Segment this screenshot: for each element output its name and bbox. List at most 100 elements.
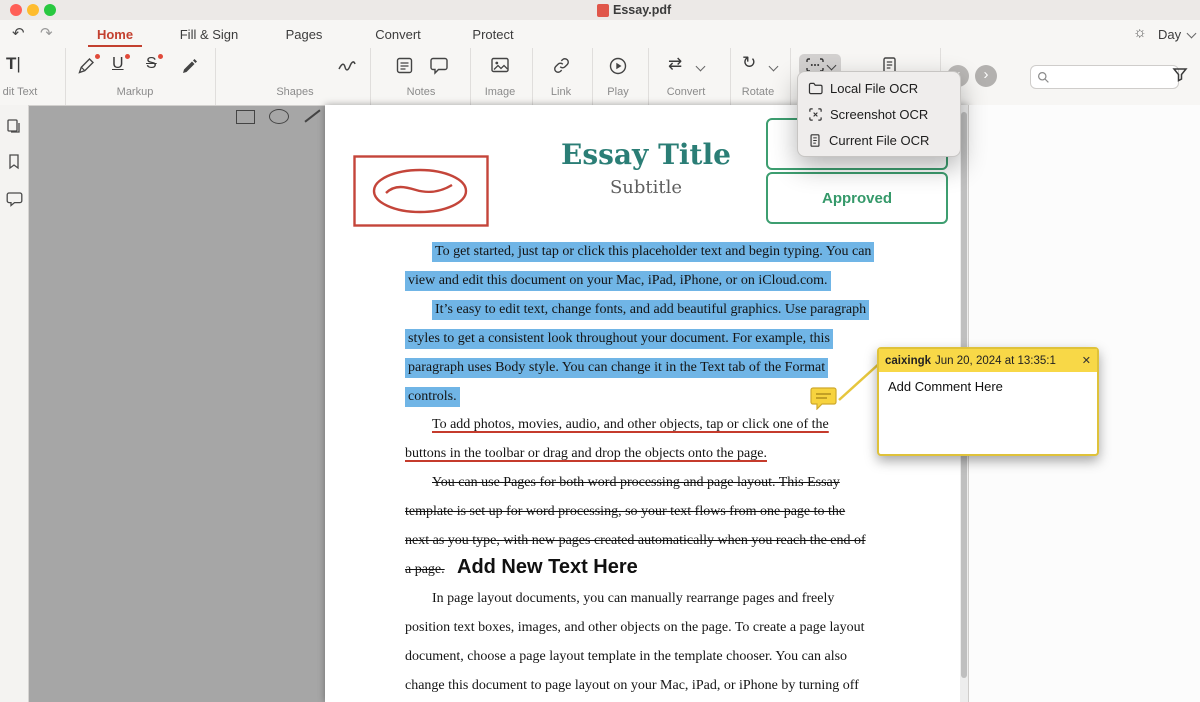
menu-item-label: Screenshot OCR	[830, 107, 928, 122]
comment-note-icon[interactable]	[429, 56, 449, 75]
group-label-shapes: Shapes	[255, 86, 335, 98]
convert-chevron-down-icon[interactable]	[696, 62, 706, 72]
comment-popup-header: caixingk Jun 20, 2024 at 13:35:1 ✕	[879, 349, 1097, 372]
approved-stamp-label: Approved	[822, 190, 892, 207]
titlebar: Essay.pdf	[0, 0, 1200, 21]
ribbon-tabbar: ↶ ↷ Home Fill & Sign Pages Convert Prote…	[0, 20, 1200, 49]
body-line: position text boxes, images, and other o…	[405, 613, 864, 642]
strikethrough-tool-icon[interactable]: S	[146, 55, 157, 73]
menu-item-current-file-ocr[interactable]: Current File OCR	[798, 127, 960, 153]
search-icon	[1037, 71, 1050, 84]
underlined-line: To add photos, movies, audio, and other …	[432, 410, 829, 439]
separator	[370, 48, 371, 105]
zoom-window-button[interactable]	[44, 4, 56, 16]
comment-popup[interactable]: caixingk Jun 20, 2024 at 13:35:1 ✕ Add C…	[877, 347, 1099, 456]
comment-author: caixingk	[885, 355, 931, 367]
page-forward-button[interactable]: ›	[975, 65, 997, 87]
play-icon[interactable]	[608, 56, 628, 76]
underline-color-dot	[125, 54, 130, 59]
rotate-chevron-down-icon[interactable]	[769, 62, 779, 72]
edit-text-icon[interactable]: T|	[6, 54, 21, 74]
day-mode-sun-icon[interactable]: ☼	[1133, 24, 1147, 41]
chevron-down-icon[interactable]	[1187, 29, 1197, 39]
note-icon[interactable]	[395, 56, 414, 75]
menu-item-screenshot-ocr[interactable]: Screenshot OCR	[798, 101, 960, 127]
group-label-edit-text: dit Text	[0, 86, 44, 98]
toolbar: T| dit Text U S Markup Shapes Notes	[0, 48, 1200, 106]
group-label-markup: Markup	[95, 86, 175, 98]
tab-convert[interactable]: Convert	[370, 27, 426, 42]
ocr-chevron-down-icon	[827, 60, 837, 70]
forward-glyph: ›	[984, 66, 989, 83]
inserted-text[interactable]: Add New Text Here	[457, 556, 638, 579]
filter-icon[interactable]	[1172, 67, 1188, 82]
undo-icon[interactable]: ↶	[12, 24, 25, 42]
folder-icon	[808, 82, 823, 95]
body-line: In page layout documents, you can manual…	[432, 584, 834, 613]
underline-glyph: U	[112, 55, 124, 72]
body-line: change this document to page layout on y…	[405, 671, 859, 700]
image-icon[interactable]	[490, 56, 510, 74]
menu-item-label: Local File OCR	[830, 81, 918, 96]
app-window: Essay.pdf ↶ ↷ Home Fill & Sign Pages Con…	[0, 0, 1200, 702]
group-label-convert: Convert	[646, 86, 726, 98]
strikethrough-line: template is set up for word processing, …	[405, 497, 845, 526]
freehand-shape-icon[interactable]	[337, 56, 357, 74]
underline-tool-icon[interactable]: U	[112, 55, 124, 73]
comments-panel-icon[interactable]	[6, 191, 23, 207]
body-line: document, choose a page layout template …	[405, 642, 847, 671]
highlighted-line: styles to get a consistent look througho…	[405, 329, 833, 349]
edit-text-glyph: T	[6, 54, 16, 73]
tab-fill-sign[interactable]: Fill & Sign	[173, 27, 245, 42]
group-label-notes: Notes	[381, 86, 461, 98]
screenshot-icon	[808, 107, 823, 122]
strikethrough-color-dot	[158, 54, 163, 59]
strikethrough-line: next as you type, with new pages created…	[405, 526, 866, 555]
theme-selector-label[interactable]: Day	[1158, 27, 1181, 42]
line-shape-icon[interactable]	[304, 109, 320, 122]
bookmarks-panel-icon[interactable]	[6, 153, 22, 170]
search-input[interactable]	[1030, 65, 1179, 89]
approved-stamp[interactable]: Approved	[766, 172, 948, 224]
redo-icon[interactable]: ↷	[40, 24, 53, 42]
thumbnails-panel-icon[interactable]	[6, 118, 22, 134]
rectangle-shape-icon[interactable]	[236, 110, 255, 124]
tab-pages[interactable]: Pages	[279, 27, 329, 42]
rotate-icon[interactable]: ↻	[742, 53, 756, 73]
minimize-window-button[interactable]	[27, 4, 39, 16]
convert-icon[interactable]: ⇄	[668, 54, 682, 74]
group-label-rotate: Rotate	[718, 86, 798, 98]
pen-markup-icon[interactable]	[76, 56, 96, 76]
highlighted-line: To get started, just tap or click this p…	[432, 242, 874, 262]
menu-item-local-file-ocr[interactable]: Local File OCR	[798, 75, 960, 101]
comment-connector-line	[835, 358, 883, 404]
left-sidebar	[0, 105, 29, 702]
highlighted-line: controls.	[405, 387, 460, 407]
comment-close-icon[interactable]: ✕	[1082, 354, 1091, 367]
pdf-file-icon	[597, 4, 609, 17]
tab-home-underline	[88, 45, 142, 47]
comment-marker-icon[interactable]	[810, 386, 837, 410]
separator	[65, 48, 66, 105]
comment-body-text[interactable]: Add Comment Here	[879, 372, 1097, 401]
highlighted-line: paragraph uses Body style. You can chang…	[405, 358, 828, 378]
current-file-icon	[808, 133, 822, 148]
separator	[215, 48, 216, 105]
close-window-button[interactable]	[10, 4, 22, 16]
strikethrough-line: a page.	[405, 555, 445, 584]
window-title: Essay.pdf	[613, 3, 671, 17]
ellipse-shape-icon[interactable]	[269, 109, 289, 124]
menu-item-label: Current File OCR	[829, 133, 929, 148]
pen-color-dot	[95, 54, 100, 59]
strikethrough-line: You can use Pages for both word processi…	[432, 468, 840, 497]
highlighted-line: view and edit this document on your Mac,…	[405, 271, 831, 291]
highlighter-marker-icon[interactable]	[180, 56, 200, 76]
ocr-dropdown-menu: Local File OCR Screenshot OCR Current Fi…	[797, 71, 961, 157]
underlined-line: buttons in the toolbar or drag and drop …	[405, 439, 767, 468]
link-icon[interactable]	[552, 56, 571, 75]
comment-timestamp: Jun 20, 2024 at 13:35:1	[935, 355, 1056, 367]
tab-home[interactable]: Home	[88, 27, 142, 42]
tab-protect[interactable]: Protect	[466, 27, 520, 42]
highlighted-line: It’s easy to edit text, change fonts, an…	[432, 300, 869, 320]
strikethrough-glyph: S	[146, 55, 157, 72]
